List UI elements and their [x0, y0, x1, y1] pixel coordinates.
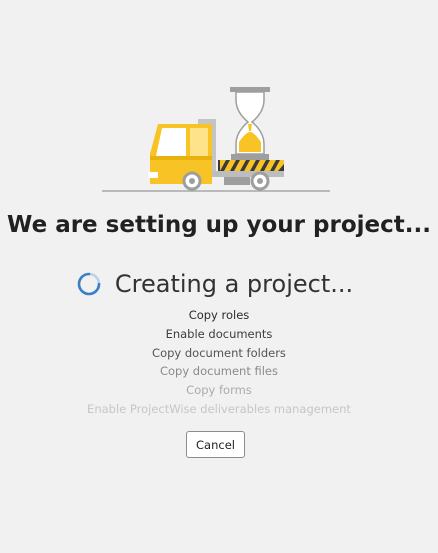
step-item: Enable ProjectWise deliverables manageme… — [87, 401, 351, 416]
current-status: Creating a project... — [0, 266, 438, 302]
loading-spinner-icon — [77, 272, 101, 296]
step-item: Copy forms — [186, 383, 252, 398]
status-text: Creating a project... — [114, 270, 354, 298]
project-setup-page: We are setting up your project... Creati… — [0, 0, 438, 553]
setup-heading: We are setting up your project... — [7, 212, 431, 238]
step-item: Copy document files — [159, 364, 278, 379]
step-item: Copy roles — [188, 308, 250, 322]
step-item: Copy document folders — [152, 345, 286, 360]
cancel-button[interactable]: Cancel — [186, 431, 245, 458]
truck-hourglass-illustration — [102, 87, 330, 192]
step-item: Enable documents — [165, 326, 273, 341]
setup-steps-list: Copy roles Enable documents Copy documen… — [0, 306, 438, 419]
